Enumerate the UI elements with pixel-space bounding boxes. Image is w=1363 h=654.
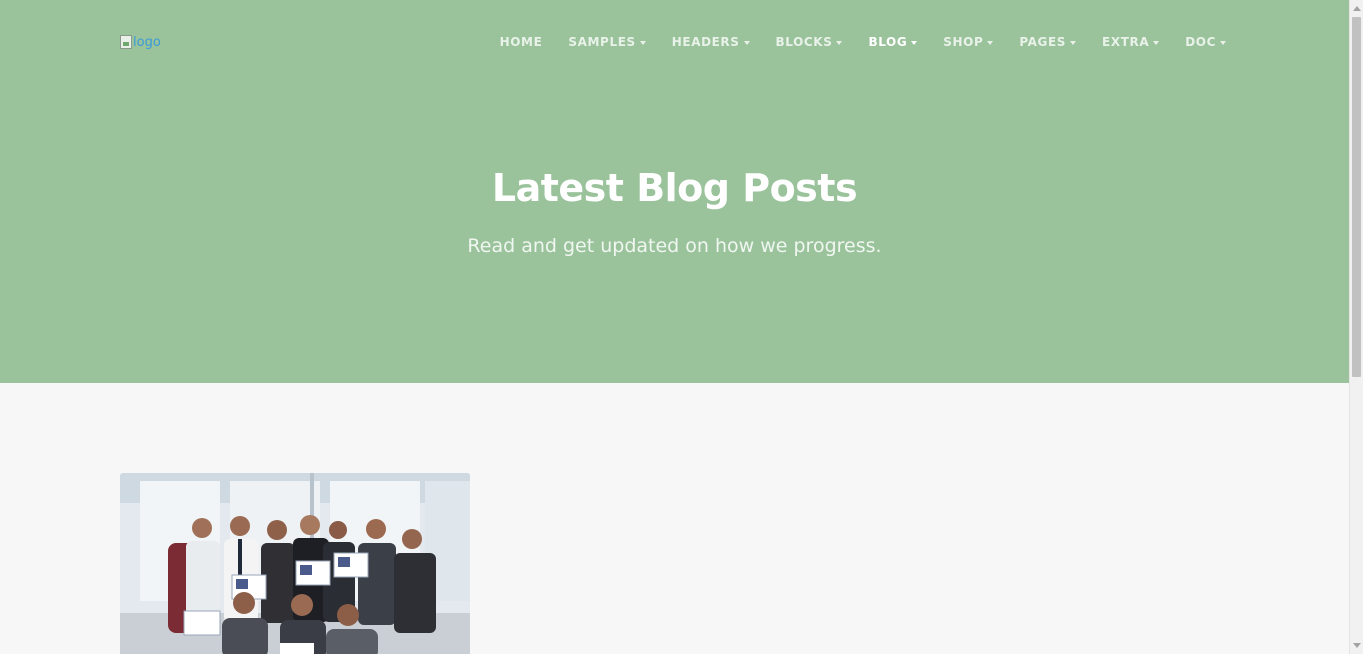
nav-item-extra[interactable]: EXTRA xyxy=(1102,35,1160,49)
nav-item-label: HEADERS xyxy=(671,35,740,49)
nav-item-doc[interactable]: DOC xyxy=(1185,35,1226,49)
caret-down-icon xyxy=(743,40,750,45)
nav-item-label: EXTRA xyxy=(1102,35,1150,49)
main-nav: HOME SAMPLES HEADERS BLOCKS BLOG SHOP PA… xyxy=(500,33,1226,51)
broken-image-icon xyxy=(120,35,132,49)
nav-item-label: PAGES xyxy=(1019,35,1067,49)
blog-post-image xyxy=(120,473,470,654)
nav-item-home[interactable]: HOME xyxy=(500,35,543,49)
logo-alt-text: logo xyxy=(133,34,161,50)
nav-item-label: BLOG xyxy=(868,35,908,49)
hero-section: logo HOME SAMPLES HEADERS BLOCKS BLOG SH… xyxy=(0,0,1349,383)
nav-item-pages[interactable]: PAGES xyxy=(1019,35,1077,49)
caret-down-icon xyxy=(1220,40,1226,45)
page-title: Latest Blog Posts xyxy=(491,166,858,210)
scrollbar-thumb[interactable] xyxy=(1352,17,1361,377)
nav-item-shop[interactable]: SHOP xyxy=(943,35,994,49)
logo-link[interactable]: logo xyxy=(120,33,161,51)
caret-down-icon xyxy=(911,40,918,45)
nav-item-label: SHOP xyxy=(943,35,984,49)
caret-down-icon xyxy=(987,40,994,45)
nav-item-label: SAMPLES xyxy=(568,35,636,49)
nav-item-blog[interactable]: BLOG xyxy=(868,35,918,49)
vertical-scrollbar[interactable] xyxy=(1349,0,1363,654)
page-subtitle: Read and get updated on how we progress. xyxy=(467,235,882,257)
caret-down-icon xyxy=(1070,40,1077,45)
caret-down-icon xyxy=(1153,40,1160,45)
scroll-down-icon[interactable] xyxy=(1353,643,1361,648)
nav-item-label: DOC xyxy=(1185,35,1216,49)
nav-item-label: BLOCKS xyxy=(775,35,833,49)
nav-item-blocks[interactable]: BLOCKS xyxy=(776,35,843,49)
scroll-up-icon[interactable] xyxy=(1353,6,1361,11)
nav-item-headers[interactable]: HEADERS xyxy=(672,35,750,49)
caret-down-icon xyxy=(639,40,646,45)
nav-item-label: HOME xyxy=(499,35,543,49)
nav-item-samples[interactable]: SAMPLES xyxy=(568,35,646,49)
blog-post-card[interactable] xyxy=(120,473,470,654)
caret-down-icon xyxy=(836,40,843,45)
